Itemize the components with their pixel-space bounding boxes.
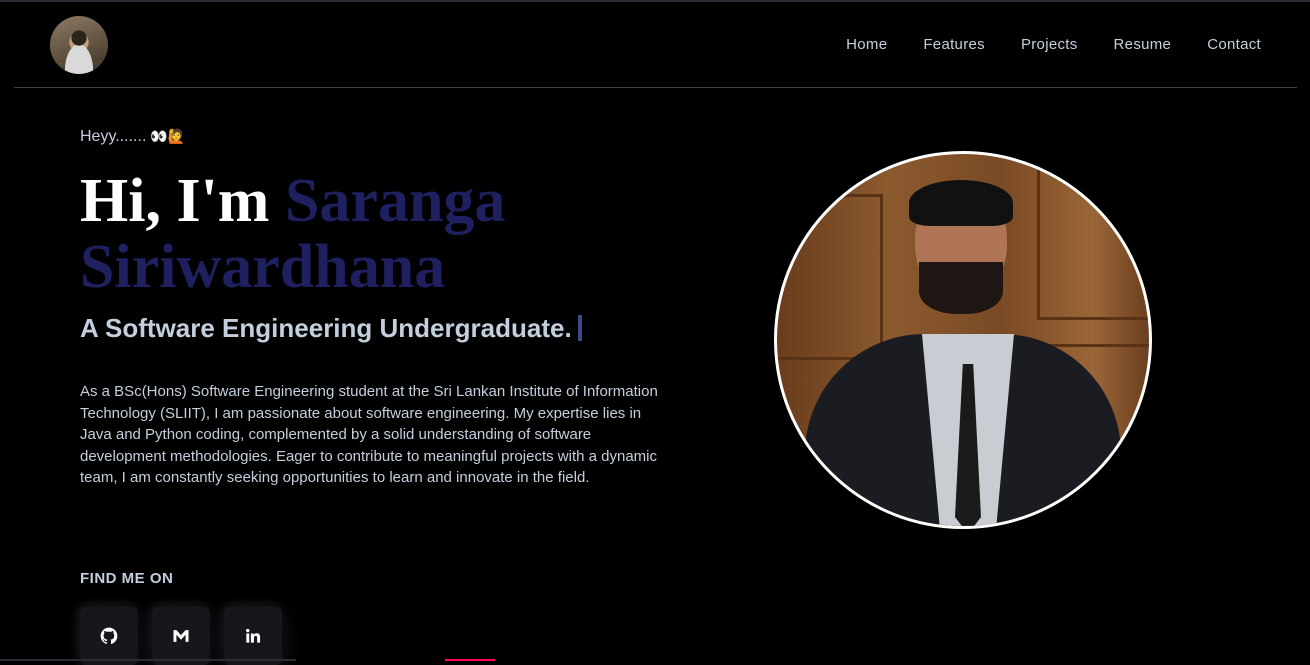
logo-avatar[interactable] [50, 16, 108, 74]
gmail-icon [173, 630, 189, 642]
typing-cursor [577, 315, 582, 341]
nav-home[interactable]: Home [846, 36, 887, 53]
hero-bio: As a BSc(Hons) Software Engineering stud… [80, 383, 658, 487]
nav-contact[interactable]: Contact [1207, 36, 1261, 53]
main-nav: Home Features Projects Resume Contact [846, 36, 1261, 53]
greeting: Heyy....... 👀🙋 [80, 128, 185, 146]
greeting-emoji: 👀🙋 [150, 128, 186, 144]
hero-role: A Software Engineering Undergraduate. [80, 313, 582, 344]
nav-resume[interactable]: Resume [1114, 36, 1172, 53]
greeting-text: Heyy....... [80, 128, 147, 145]
hero-role-text: A Software Engineering Undergraduate. [80, 313, 572, 343]
github-button[interactable] [80, 607, 138, 665]
nav-projects[interactable]: Projects [1021, 36, 1078, 53]
hero-title-prefix: Hi, I'm [80, 167, 285, 235]
github-icon [100, 627, 118, 645]
hero-title: Hi, I'm Saranga Siriwardhana [80, 168, 700, 300]
linkedin-icon [246, 628, 261, 643]
profile-photo [774, 151, 1152, 529]
header-divider [14, 87, 1297, 88]
social-heading: FIND ME ON [80, 570, 174, 587]
gmail-button[interactable] [152, 607, 210, 665]
site-header: Home Features Projects Resume Contact [0, 2, 1310, 88]
social-links [80, 607, 282, 665]
nav-features[interactable]: Features [923, 36, 985, 53]
linkedin-button[interactable] [224, 607, 282, 665]
